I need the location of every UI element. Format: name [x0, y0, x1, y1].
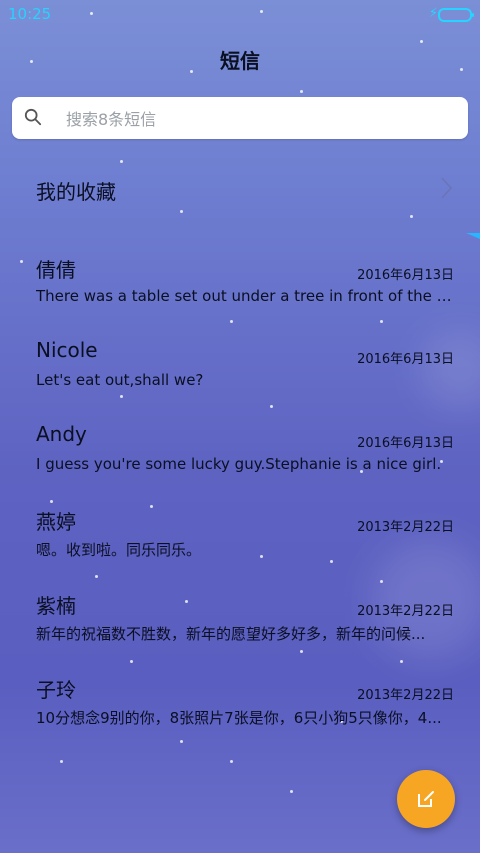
contact-name: Andy	[36, 422, 87, 446]
message-date: 2016年6月13日	[357, 352, 454, 367]
conversation-item[interactable]: 燕婷 2013年2月22日 嗯。收到啦。同乐同乐。	[36, 506, 454, 566]
contact-name: 燕婷	[36, 510, 76, 534]
compose-icon	[418, 791, 434, 807]
status-time: 10:25	[8, 5, 52, 23]
message-date: 2013年2月22日	[357, 688, 454, 703]
conversation-item[interactable]: 倩倩 2016年6月13日 There was a table set out …	[36, 254, 454, 314]
search-icon	[24, 108, 42, 126]
contact-name: 紫楠	[36, 594, 76, 618]
message-preview: 嗯。收到啦。同乐同乐。	[36, 541, 202, 559]
charging-icon: ⚡	[428, 6, 438, 21]
message-preview: 10分想念9别的你，8张照片7张是你，6只小狗5只像你，4...	[36, 709, 442, 727]
status-bar: 10:25 ⚡	[0, 0, 480, 28]
page-title: 短信	[220, 49, 260, 73]
message-date: 2016年6月13日	[357, 268, 454, 283]
message-date: 2016年6月13日	[357, 436, 454, 451]
favorites-row[interactable]: 我的收藏	[36, 176, 456, 208]
message-preview: 新年的祝福数不胜数，新年的愿望好多好多，新年的问候...	[36, 625, 426, 643]
search-input[interactable]	[64, 97, 458, 141]
message-preview: There was a table set out under a tree i…	[36, 287, 454, 305]
search-bar[interactable]	[12, 97, 468, 141]
message-preview: I guess you're some lucky guy.Stephanie …	[36, 455, 442, 473]
contact-name: Nicole	[36, 338, 98, 362]
conversation-item[interactable]: 紫楠 2013年2月22日 新年的祝福数不胜数，新年的愿望好多好多，新年的问候.…	[36, 590, 454, 650]
message-preview: Let's eat out,shall we?	[36, 371, 204, 389]
message-date: 2013年2月22日	[357, 604, 454, 619]
contact-name: 倩倩	[36, 258, 76, 282]
compose-button[interactable]	[397, 770, 455, 828]
conversation-item[interactable]: Andy 2016年6月13日 I guess you're some luck…	[36, 422, 454, 482]
battery-icon	[438, 8, 474, 22]
contact-name: 子玲	[36, 678, 76, 702]
message-date: 2013年2月22日	[357, 520, 454, 535]
corner-indicator	[466, 233, 480, 239]
chevron-right-icon	[441, 177, 453, 199]
conversation-item[interactable]: Nicole 2016年6月13日 Let's eat out,shall we…	[36, 338, 454, 398]
conversation-item[interactable]: 子玲 2013年2月22日 10分想念9别的你，8张照片7张是你，6只小狗5只像…	[36, 674, 454, 734]
favorites-label: 我的收藏	[36, 180, 116, 204]
